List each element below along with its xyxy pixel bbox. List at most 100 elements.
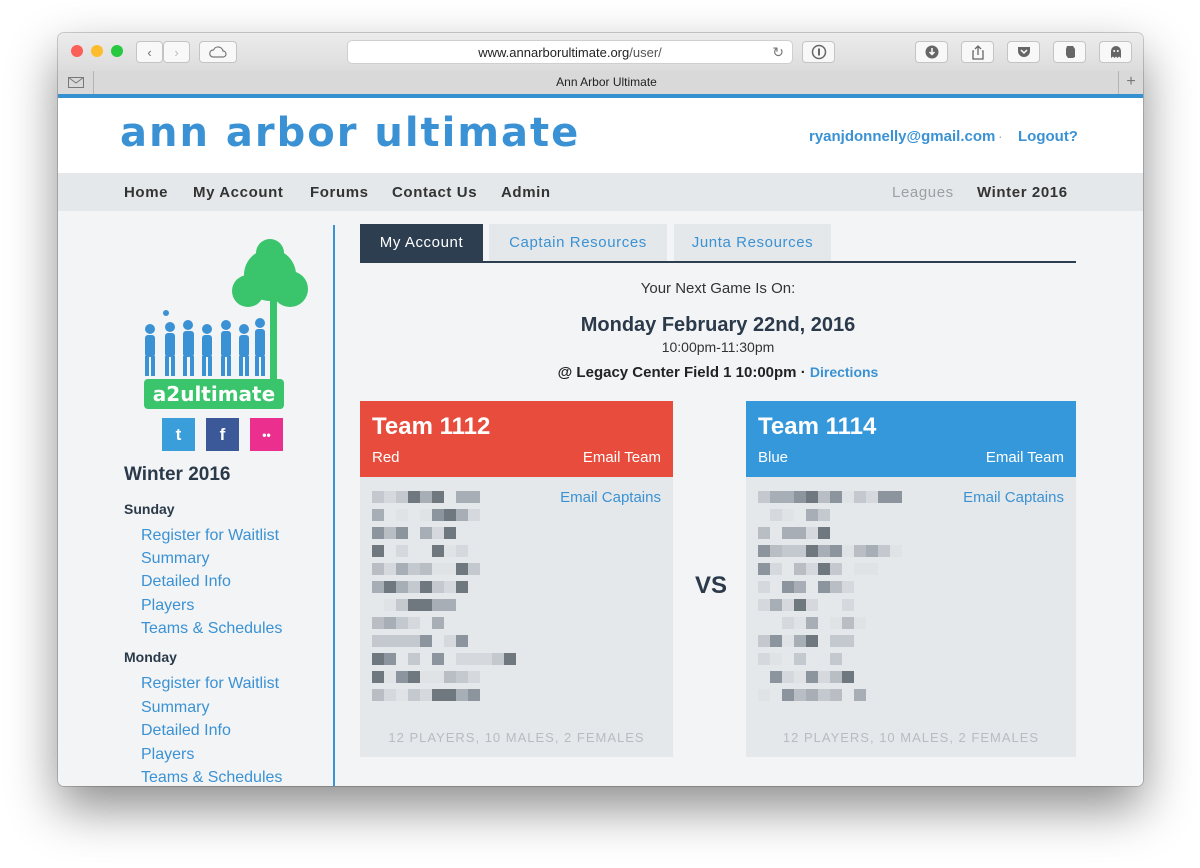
- evernote-button[interactable]: [1053, 41, 1086, 63]
- sidebar-link-teams-schedules[interactable]: Teams & Schedules: [141, 769, 282, 786]
- url-domain: www.annarborultimate.org: [478, 44, 630, 60]
- email-captains-link[interactable]: Email Captains: [963, 489, 1064, 506]
- share-icon: [971, 44, 984, 60]
- facebook-icon: f: [219, 424, 226, 444]
- team-card-header: Team 1114 Blue Email Team: [746, 401, 1076, 477]
- tab-captain-resources[interactable]: Captain Resources: [489, 224, 667, 261]
- ghostery-button[interactable]: [1099, 41, 1132, 63]
- roster-player-row: [372, 689, 492, 701]
- team-name[interactable]: Team 1114: [758, 413, 876, 441]
- back-button[interactable]: ‹: [136, 41, 163, 63]
- roster-player-row: [372, 545, 468, 557]
- next-game-label: Your Next Game Is On:: [640, 280, 796, 297]
- roster-player-row: [758, 509, 830, 521]
- roster-player-row: [372, 635, 468, 647]
- roster-player-row: [758, 653, 842, 665]
- roster-player-row: [758, 599, 866, 611]
- roster-player-row: [758, 635, 854, 647]
- players-icon: [145, 310, 265, 376]
- download-icon: [925, 45, 938, 59]
- team-color: Red: [372, 449, 400, 466]
- ghost-icon: [1110, 46, 1121, 58]
- directions-link[interactable]: Directions: [810, 364, 878, 380]
- minimize-window-button[interactable]: [91, 45, 103, 57]
- pocket-icon: [1017, 47, 1030, 57]
- site-title[interactable]: ann arbor ultimate: [120, 110, 580, 156]
- sidebar-link-detailed-info[interactable]: Detailed Info: [141, 722, 231, 740]
- new-tab-icon[interactable]: +: [1118, 71, 1143, 94]
- url-path: /user/: [629, 44, 662, 60]
- roster-player-row: [758, 689, 866, 701]
- address-bar[interactable]: www.annarborultimate.org/user/ ↻: [347, 40, 793, 64]
- pocket-button[interactable]: [1007, 41, 1040, 63]
- facebook-button[interactable]: f: [206, 418, 239, 451]
- email-team-link[interactable]: Email Team: [986, 449, 1064, 466]
- pinned-tab-mail[interactable]: [58, 71, 94, 94]
- evernote-icon: [1065, 46, 1075, 58]
- tree-icon: [232, 239, 308, 384]
- header-separator: ·: [998, 128, 1003, 144]
- nav-admin[interactable]: Admin: [501, 184, 551, 201]
- sidebar-link-players[interactable]: Players: [141, 746, 194, 764]
- forward-button[interactable]: ›: [163, 41, 190, 63]
- versus-label: VS: [695, 572, 728, 599]
- sidebar-day-sunday: Sunday: [124, 501, 175, 517]
- team-summary: 12 PLAYERS, 10 MALES, 2 FEMALES: [388, 730, 645, 745]
- browser-window: ‹ › www.annarborultimate.org/user/ ↻ Ann…: [58, 33, 1143, 786]
- reload-icon[interactable]: ↻: [772, 44, 784, 61]
- icloud-tabs-button[interactable]: [199, 41, 237, 63]
- roster-player-row: [758, 563, 878, 575]
- roster-player-row: [758, 581, 866, 593]
- location-separator: ·: [796, 364, 810, 381]
- nav-my-account[interactable]: My Account: [193, 184, 283, 201]
- downloads-button[interactable]: [915, 41, 948, 63]
- email-team-link[interactable]: Email Team: [583, 449, 661, 466]
- twitter-icon: t: [175, 424, 182, 444]
- flickr-button[interactable]: ••: [250, 418, 283, 451]
- nav-contact-us[interactable]: Contact Us: [392, 184, 477, 201]
- roster-player-row: [372, 671, 480, 683]
- team-name[interactable]: Team 1112: [372, 413, 490, 441]
- logout-link[interactable]: Logout?: [1018, 128, 1078, 145]
- browser-tab-title[interactable]: Ann Arbor Ultimate: [94, 71, 1119, 94]
- sidebar-link-detailed-info[interactable]: Detailed Info: [141, 573, 231, 591]
- roster-player-row: [372, 509, 480, 521]
- roster-player-row: [372, 527, 456, 539]
- roster-player-row: [758, 545, 902, 557]
- tab-bar: Ann Arbor Ultimate +: [58, 71, 1143, 95]
- team-roster-card: Email Captains 12 PLAYERS, 10 MALES, 2 F…: [746, 477, 1076, 757]
- sidebar-link-register-waitlist[interactable]: Register for Waitlist: [141, 527, 279, 545]
- browser-toolbar: ‹ › www.annarborultimate.org/user/ ↻: [58, 33, 1143, 72]
- share-button[interactable]: [961, 41, 994, 63]
- sidebar-link-summary[interactable]: Summary: [141, 699, 209, 717]
- user-email-link[interactable]: ryanjdonnelly@gmail.com: [809, 128, 995, 145]
- password-icon: [811, 44, 826, 60]
- sidebar-divider: [333, 225, 335, 786]
- next-game-time: 10:00pm-11:30pm: [661, 339, 775, 355]
- nav-season[interactable]: Winter 2016: [977, 184, 1068, 201]
- close-window-button[interactable]: [71, 45, 83, 57]
- sidebar-day-monday: Monday: [124, 649, 177, 665]
- nav-home[interactable]: Home: [124, 184, 168, 201]
- tab-junta-resources[interactable]: Junta Resources: [674, 224, 831, 261]
- email-captains-link[interactable]: Email Captains: [560, 489, 661, 506]
- zoom-window-button[interactable]: [111, 45, 123, 57]
- team-summary: 12 PLAYERS, 10 MALES, 2 FEMALES: [782, 730, 1040, 745]
- a2ultimate-logo[interactable]: a2ultimate: [130, 239, 316, 409]
- sidebar-link-summary[interactable]: Summary: [141, 550, 209, 568]
- sidebar-link-teams-schedules[interactable]: Teams & Schedules: [141, 620, 282, 638]
- tab-my-account[interactable]: My Account: [360, 224, 483, 261]
- roster-player-row: [758, 491, 902, 503]
- roster-player-row: [372, 491, 480, 503]
- team-roster-card: Email Captains 12 PLAYERS, 10 MALES, 2 F…: [360, 477, 673, 757]
- roster-player-row: [372, 563, 480, 575]
- sidebar-link-register-waitlist[interactable]: Register for Waitlist: [141, 675, 279, 693]
- sidebar-link-players[interactable]: Players: [141, 597, 194, 615]
- nav-leagues[interactable]: Leagues: [892, 184, 954, 201]
- roster-player-row: [372, 581, 468, 593]
- roster-player-row: [758, 671, 854, 683]
- password-button[interactable]: [802, 41, 835, 63]
- nav-forums[interactable]: Forums: [310, 184, 369, 201]
- twitter-button[interactable]: t: [162, 418, 195, 451]
- flickr-icon: ••: [262, 427, 271, 442]
